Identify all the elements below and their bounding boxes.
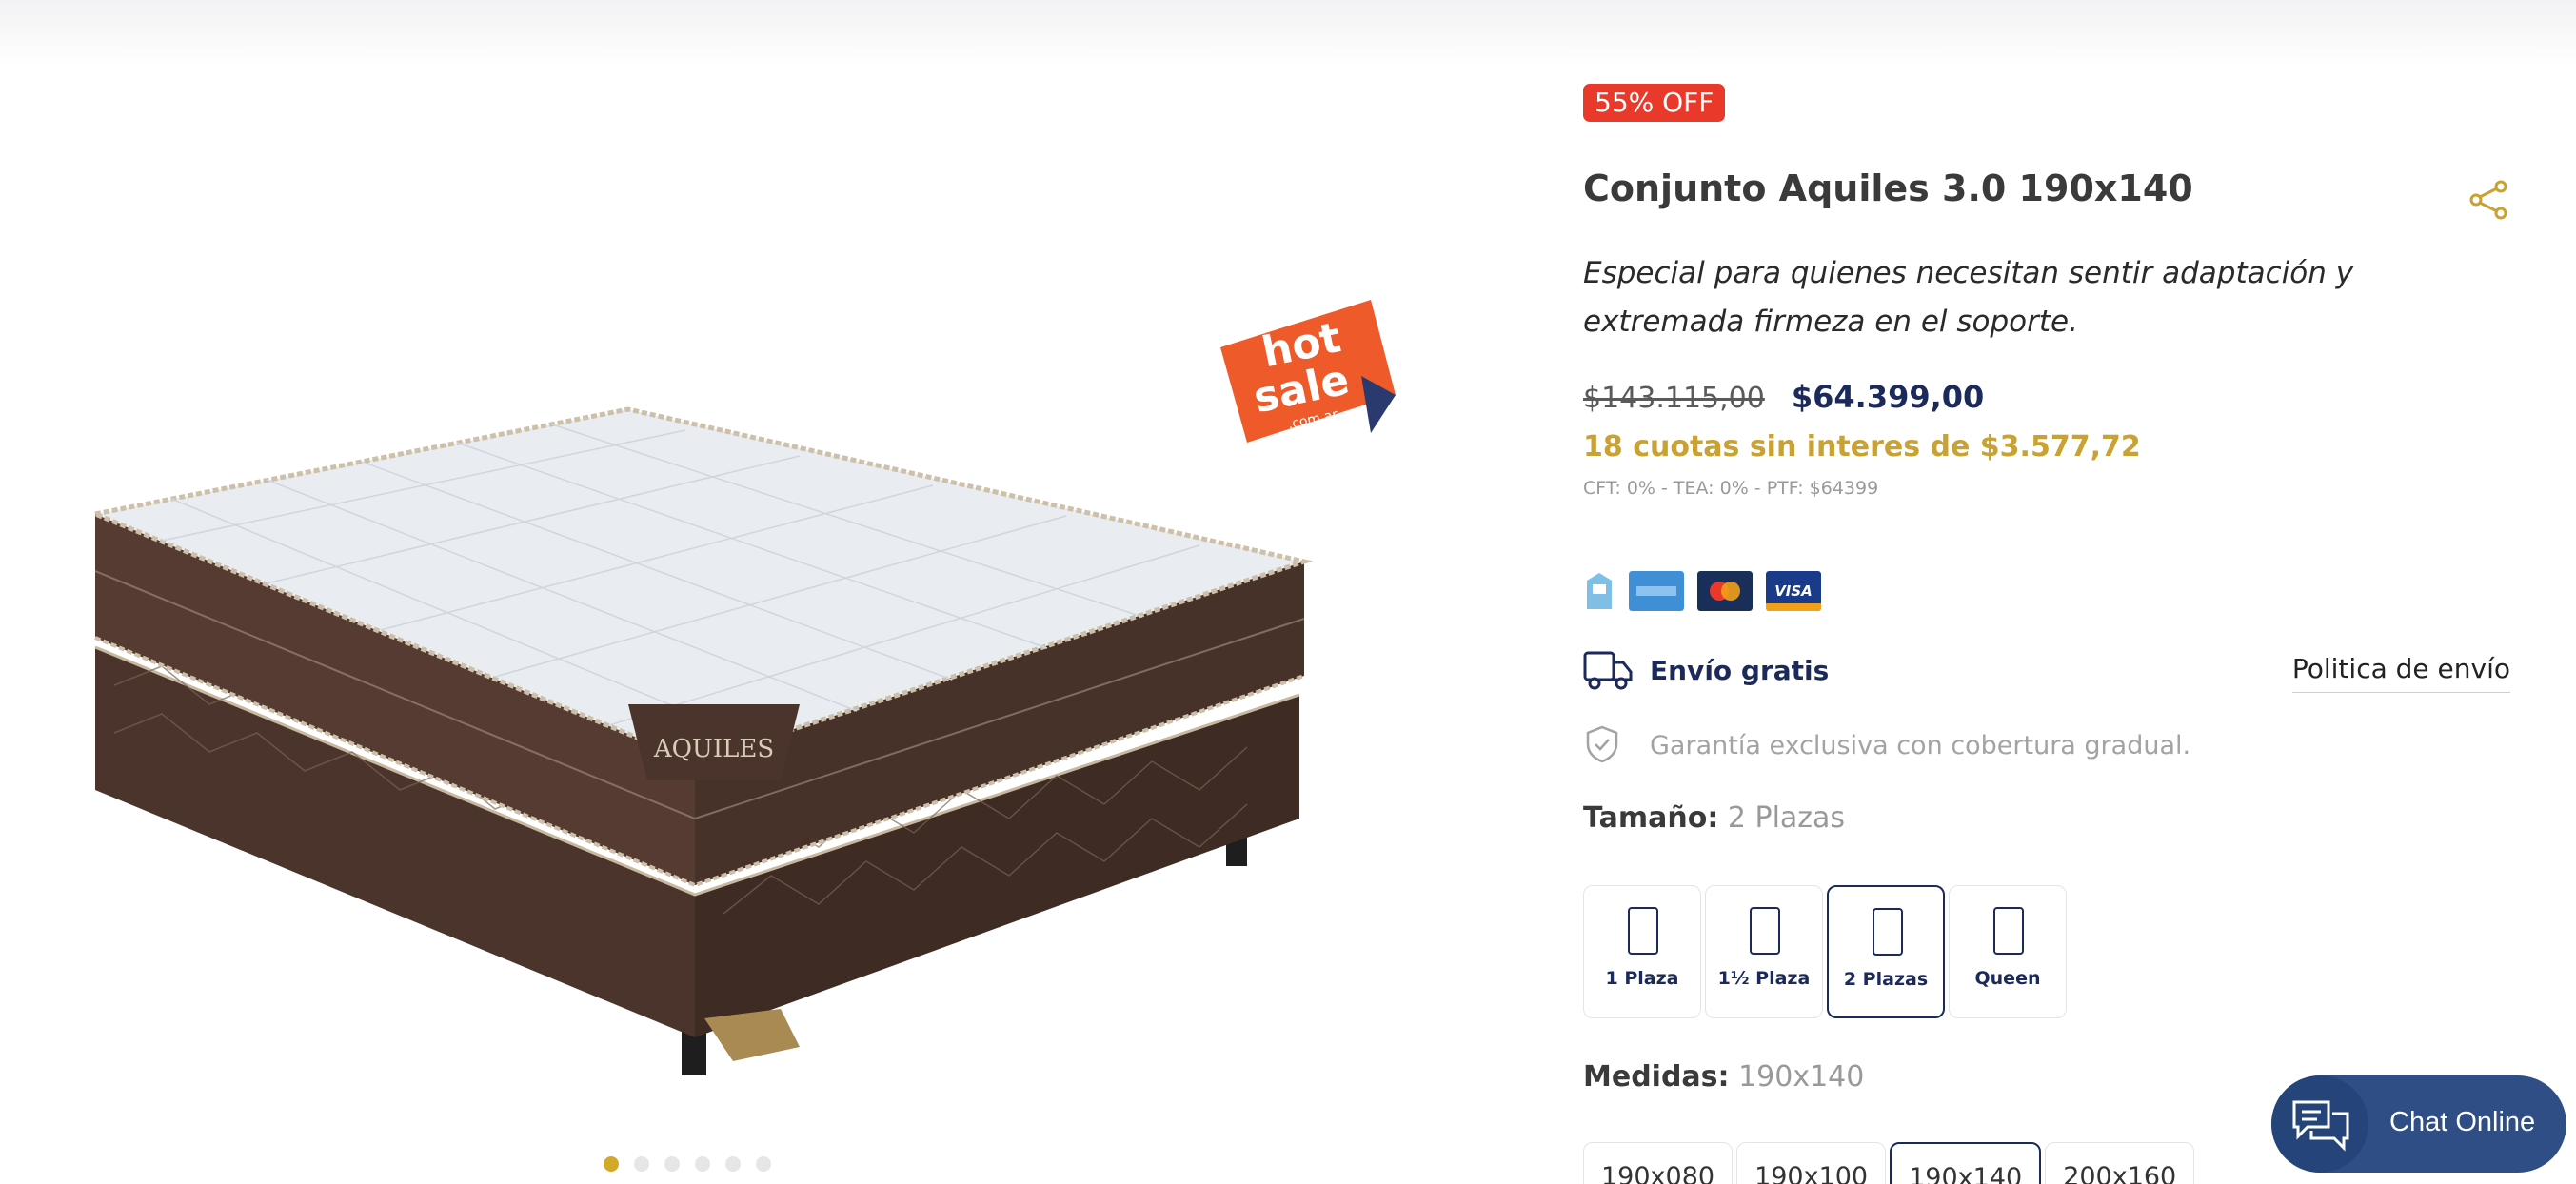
size-option-label: 1½ Plaza xyxy=(1717,968,1811,989)
carousel-dot[interactable] xyxy=(604,1156,619,1172)
discount-badge: 55% OFF xyxy=(1583,84,1726,122)
measure-option[interactable]: 190x140 xyxy=(1890,1142,2042,1184)
size-option-1-half-plaza[interactable]: 1½ Plaza xyxy=(1705,885,1823,1018)
chat-bubbles-icon xyxy=(2292,1100,2349,1152)
svg-text:AQUILES: AQUILES xyxy=(653,735,774,763)
carousel-dot[interactable] xyxy=(725,1156,741,1172)
free-shipping-label: Envío gratis xyxy=(1650,655,1830,686)
size-label: Tamaño: xyxy=(1583,801,1719,835)
product-description: Especial para quienes necesitan sentir a… xyxy=(1583,256,2354,339)
carousel-dot[interactable] xyxy=(634,1156,649,1172)
measure-label: Medidas: xyxy=(1583,1060,1730,1094)
shipping-policy-link[interactable]: Politica de envío xyxy=(2291,653,2510,693)
chat-online-button[interactable]: Chat Online xyxy=(2271,1075,2566,1173)
old-price: $143.115,00 xyxy=(1583,382,1765,415)
carousel-dot[interactable] xyxy=(695,1156,710,1172)
measure-selected-value: 190x140 xyxy=(1738,1060,1865,1094)
current-price: $64.399,00 xyxy=(1791,379,1985,415)
size-option-label: 1 Plaza xyxy=(1605,968,1679,989)
size-selected-value: 2 Plazas xyxy=(1727,801,1846,835)
measure-option[interactable]: 190x080 xyxy=(1583,1142,1734,1184)
measure-selection: Medidas: 190x140 xyxy=(1583,1060,1864,1094)
size-selection: Tamaño: 2 Plazas xyxy=(1583,801,1845,835)
product-image: AQUILES xyxy=(94,406,1314,1075)
size-option-queen[interactable]: Queen xyxy=(1949,885,2067,1018)
price-row: $143.115,00 $64.399,00 xyxy=(1583,379,1984,415)
bed-icon xyxy=(1628,907,1658,955)
shield-check-icon xyxy=(1586,725,1618,763)
size-option-label: 2 Plazas xyxy=(1843,969,1929,990)
share-icon[interactable] xyxy=(2468,179,2510,221)
bed-icon xyxy=(1993,907,2024,955)
installments-text: 18 cuotas sin interes de $3.577,72 xyxy=(1583,430,2141,464)
bed-icon xyxy=(1873,908,1903,956)
mastercard-icon xyxy=(1697,571,1753,611)
measure-options: 190x080 190x100 190x140 200x160 xyxy=(1583,1142,2195,1184)
size-option-2-plazas[interactable]: 2 Plazas xyxy=(1827,885,1945,1018)
warranty-text: Garantía exclusiva con cobertura gradual… xyxy=(1650,731,2191,760)
ahora-18-icon xyxy=(1587,573,1612,609)
hot-sale-logo: hot sale .com.ar xyxy=(1220,300,1396,443)
size-option-label: Queen xyxy=(1974,968,2041,989)
measure-option[interactable]: 190x100 xyxy=(1736,1142,1887,1184)
amex-icon xyxy=(1629,571,1684,611)
product-title: Conjunto Aquiles 3.0 190x140 xyxy=(1583,168,2193,209)
product-info: 55% OFF Conjunto Aquiles 3.0 190x140 Esp… xyxy=(1583,0,2516,1184)
payment-methods: VISA xyxy=(1583,571,1821,611)
cft-text: CFT: 0% - TEA: 0% - PTF: $64399 xyxy=(1583,478,1879,499)
truck-icon xyxy=(1583,651,1633,690)
carousel-dot[interactable] xyxy=(756,1156,771,1172)
visa-icon: VISA xyxy=(1766,571,1821,611)
size-options: 1 Plaza 1½ Plaza 2 Plazas Queen xyxy=(1583,885,2067,1018)
carousel-dot[interactable] xyxy=(664,1156,680,1172)
size-option-1-plaza[interactable]: 1 Plaza xyxy=(1583,885,1701,1018)
chat-online-label: Chat Online xyxy=(2389,1107,2536,1137)
product-gallery[interactable]: AQUILES hot sale .com.ar xyxy=(0,0,1542,1184)
carousel-dots xyxy=(604,1156,771,1172)
shipping-row: Envío gratis Politica de envío xyxy=(1583,649,2510,695)
svg-text:VISA: VISA xyxy=(1774,582,1813,600)
measure-option[interactable]: 200x160 xyxy=(2045,1142,2195,1184)
bed-icon xyxy=(1750,907,1780,955)
